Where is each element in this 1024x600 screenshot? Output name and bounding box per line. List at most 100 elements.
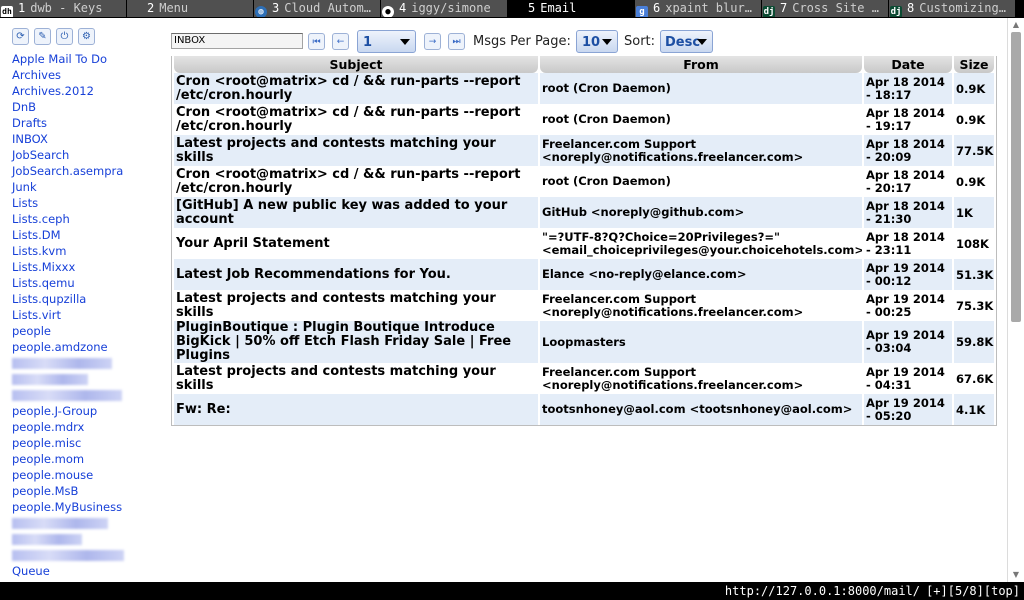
folder-list: Apple Mail To Do Archives Archives.2012 DnB… [12, 51, 162, 579]
folder-item[interactable]: DnB [12, 99, 162, 115]
table-row[interactable]: [GitHub] A new public key was added to y… [174, 197, 994, 228]
cell-subject[interactable]: Latest projects and contests matching yo… [174, 363, 538, 394]
tab-1[interactable]: dh 1 dwb - Keys [0, 0, 127, 17]
folder-item[interactable]: people.misc [12, 435, 162, 451]
folder-item[interactable]: Lists.virt [12, 307, 162, 323]
page-scrollbar[interactable]: ▲ ▼ [1007, 18, 1024, 582]
tab-8[interactable]: dj 8 Customizing… [889, 0, 1016, 17]
cell-subject[interactable]: Cron <root@matrix> cd / && run-parts --r… [174, 166, 538, 197]
tab-number: 8 [907, 1, 915, 15]
cell-size: 77.5K [954, 135, 994, 166]
column-header-size[interactable]: Size [954, 56, 994, 73]
power-button[interactable]: ⏻ [56, 28, 73, 45]
folder-item-redacted[interactable] [12, 515, 162, 531]
tab-5[interactable]: 5 Email [508, 0, 635, 17]
cell-subject[interactable]: Cron <root@matrix> cd / && run-parts --r… [174, 73, 538, 104]
folder-item[interactable]: Queue [12, 563, 162, 579]
cell-subject[interactable]: Latest Job Recommendations for You. [174, 259, 538, 290]
folder-item[interactable]: Archives [12, 67, 162, 83]
cell-date: Apr 18 2014 - 20:09 [864, 135, 952, 166]
tab-7[interactable]: dj 7 Cross Site … [762, 0, 889, 17]
folder-item[interactable]: Drafts [12, 115, 162, 131]
folder-item-redacted[interactable] [12, 355, 162, 371]
scrollbar-thumb[interactable] [1011, 32, 1021, 322]
scroll-up-icon[interactable]: ▲ [1010, 18, 1022, 32]
folder-item[interactable]: people [12, 323, 162, 339]
table-row[interactable]: Latest projects and contests matching yo… [174, 135, 994, 166]
cell-size: 59.8K [954, 321, 994, 363]
folder-item[interactable]: people.MsB [12, 483, 162, 499]
mailbox-input[interactable] [171, 33, 303, 49]
table-row[interactable]: Fw: Re: tootsnhoney@aol.com <tootsnhoney@… [174, 394, 994, 425]
folder-item[interactable]: Lists.kvm [12, 243, 162, 259]
folder-item[interactable]: JobSearch [12, 147, 162, 163]
column-header-subject[interactable]: Subject [174, 56, 538, 73]
column-header-from[interactable]: From [540, 56, 862, 73]
cell-subject[interactable]: Cron <root@matrix> cd / && run-parts --r… [174, 104, 538, 135]
scroll-down-icon[interactable]: ▼ [1010, 568, 1022, 582]
tab-6[interactable]: g 6 xpaint blur… [635, 0, 762, 17]
cell-subject[interactable]: [GitHub] A new public key was added to y… [174, 197, 538, 228]
folder-item[interactable]: people.mouse [12, 467, 162, 483]
page-select[interactable]: 1 [357, 30, 416, 53]
tab-bar: dh 1 dwb - Keys 2 Menu ◍ 3 Cloud Autom… ● 4 iggy/s… [0, 0, 1024, 18]
chevron-down-icon [697, 39, 707, 45]
cell-subject[interactable]: PluginBoutique : Plugin Boutique Introdu… [174, 321, 538, 363]
cell-date: Apr 19 2014 - 04:31 [864, 363, 952, 394]
folder-item[interactable]: people.MyBusiness [12, 499, 162, 515]
last-page-button[interactable]: ⏭ [448, 33, 465, 50]
table-row[interactable]: Latest Job Recommendations for You. Elanc… [174, 259, 994, 290]
folder-item[interactable]: Lists.DM [12, 227, 162, 243]
sort-select[interactable]: Desc [660, 30, 713, 53]
compose-button[interactable]: ✎ [34, 28, 51, 45]
cell-subject[interactable]: Your April Statement [174, 228, 538, 259]
folder-item-redacted[interactable] [12, 547, 162, 563]
folder-item[interactable]: Apple Mail To Do [12, 51, 162, 67]
tab-2[interactable]: 2 Menu [127, 0, 254, 17]
next-page-button[interactable]: → [424, 33, 441, 50]
tab-3[interactable]: ◍ 3 Cloud Autom… [254, 0, 381, 17]
folder-item[interactable]: Lists.Mixxx [12, 259, 162, 275]
column-header-date[interactable]: Date [864, 56, 952, 73]
cell-subject[interactable]: Latest projects and contests matching yo… [174, 135, 538, 166]
folder-item[interactable]: people.mdrx [12, 419, 162, 435]
folder-item[interactable]: Archives.2012 [12, 83, 162, 99]
page-viewport: ⟳ ✎ ⏻ ⚙ Apple Mail To Do Archives Archives.20… [0, 18, 1007, 582]
folder-item[interactable]: people.amdzone [12, 339, 162, 355]
cell-subject[interactable]: Fw: Re: [174, 394, 538, 425]
folder-item-redacted[interactable] [12, 371, 162, 387]
folder-item[interactable]: people.mom [12, 451, 162, 467]
first-page-button[interactable]: ⏮ [308, 33, 325, 50]
sort-label: Sort: [624, 34, 656, 49]
folder-item[interactable]: JobSearch.asempra [12, 163, 162, 179]
table-row[interactable]: Latest projects and contests matching yo… [174, 363, 994, 394]
table-row[interactable]: Cron <root@matrix> cd / && run-parts --r… [174, 73, 994, 104]
cell-from: root (Cron Daemon) [540, 166, 862, 197]
chevron-down-icon [400, 39, 410, 45]
tab-number: 4 [399, 1, 407, 15]
table-row[interactable]: Cron <root@matrix> cd / && run-parts --r… [174, 104, 994, 135]
folder-item[interactable]: Lists.ceph [12, 211, 162, 227]
tab-title: dwb - Keys [30, 1, 103, 15]
refresh-button[interactable]: ⟳ [12, 28, 29, 45]
settings-icon: ⚙ [82, 31, 91, 42]
tab-4[interactable]: ● 4 iggy/simone [381, 0, 508, 17]
table-row[interactable]: Cron <root@matrix> cd / && run-parts --r… [174, 166, 994, 197]
per-page-select[interactable]: 10 [576, 30, 618, 53]
redacted-label [12, 358, 112, 369]
folder-item-redacted[interactable] [12, 387, 162, 403]
table-row[interactable]: Your April Statement "=?UTF-8?Q?Choice=20… [174, 228, 994, 259]
folder-item[interactable]: people.J-Group [12, 403, 162, 419]
folder-item[interactable]: Lists [12, 195, 162, 211]
settings-button[interactable]: ⚙ [78, 28, 95, 45]
table-row[interactable]: PluginBoutique : Plugin Boutique Introdu… [174, 321, 994, 363]
folder-item[interactable]: INBOX [12, 131, 162, 147]
folder-item-redacted[interactable] [12, 531, 162, 547]
table-row[interactable]: Latest projects and contests matching yo… [174, 290, 994, 321]
prev-page-button[interactable]: ← [332, 33, 349, 50]
folder-item[interactable]: Junk [12, 179, 162, 195]
folder-item[interactable]: Lists.qemu [12, 275, 162, 291]
compose-icon: ✎ [38, 31, 47, 42]
cell-subject[interactable]: Latest projects and contests matching yo… [174, 290, 538, 321]
folder-item[interactable]: Lists.qupzilla [12, 291, 162, 307]
